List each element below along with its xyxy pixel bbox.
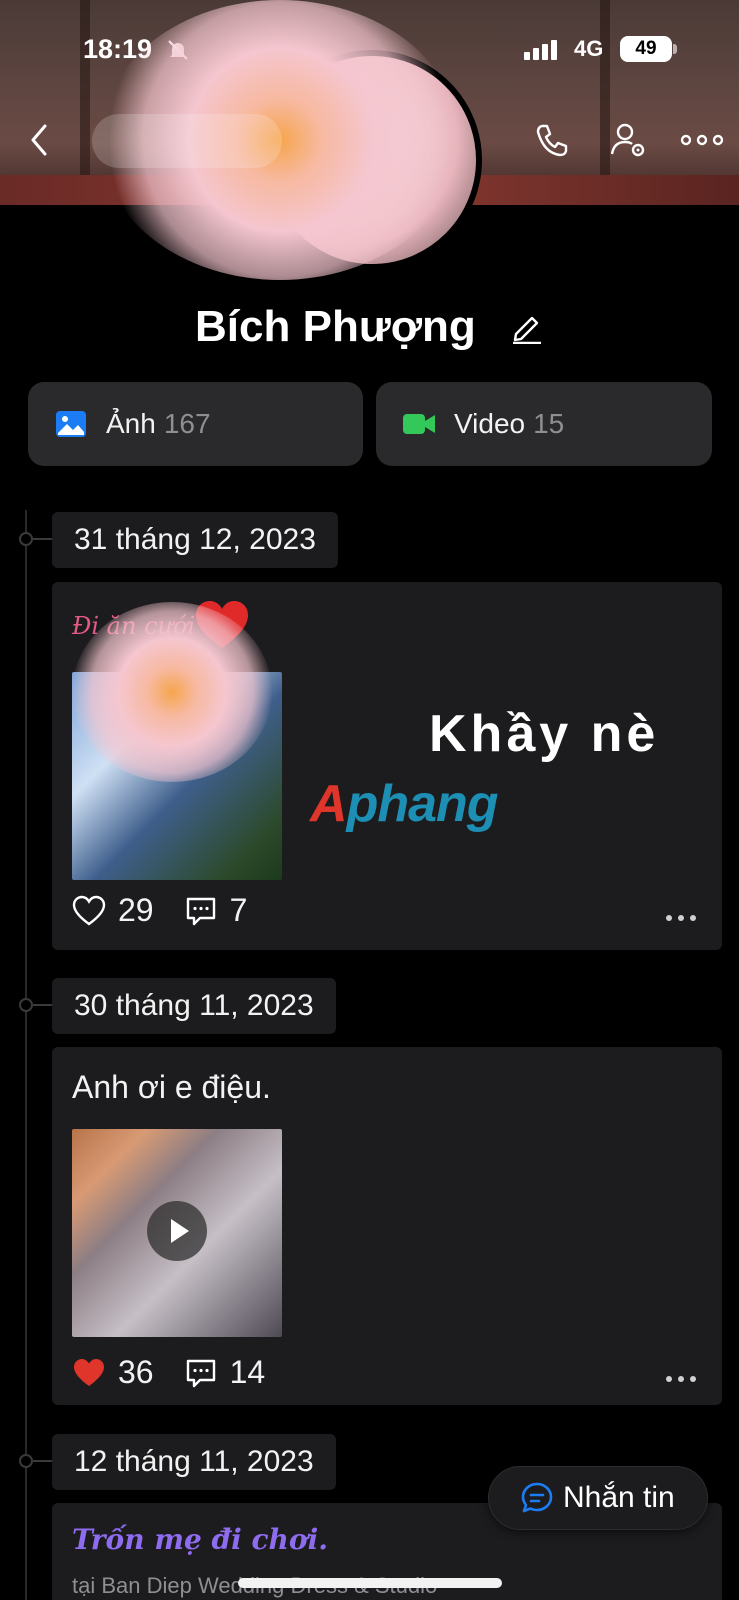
photos-button[interactable]: Ảnh 167	[28, 382, 363, 466]
battery-nub	[673, 44, 677, 54]
photo-icon	[56, 411, 86, 437]
signal-icon	[524, 40, 557, 60]
more-options-icon[interactable]	[680, 128, 724, 152]
like-count: 29	[118, 892, 154, 928]
timeline-tick	[33, 1460, 53, 1462]
post-text: Anh ơi e điệu.	[72, 1069, 271, 1105]
user-settings-icon[interactable]	[608, 120, 648, 160]
videos-label: Video	[454, 408, 526, 439]
post-card[interactable]: Anh ơi e điệu. 36 14	[52, 1047, 722, 1405]
post-more-icon[interactable]	[664, 913, 698, 923]
videos-button[interactable]: Video 15	[376, 382, 712, 466]
profile-name: Bích Phượng	[0, 300, 739, 352]
timeline-dot	[19, 1454, 33, 1468]
post-video-thumbnail[interactable]	[72, 1129, 282, 1337]
video-icon	[403, 414, 435, 434]
timeline-tick	[33, 1004, 53, 1006]
post-caption: Trốn mẹ đi chơi.	[72, 1523, 328, 1556]
privacy-blur	[72, 602, 272, 782]
like-heart-icon[interactable]	[72, 894, 106, 928]
battery-indicator: 49	[620, 36, 672, 62]
photos-count: 167	[163, 408, 211, 439]
phone-icon[interactable]	[532, 120, 572, 160]
play-button[interactable]	[147, 1201, 207, 1261]
timeline-tick	[33, 538, 53, 540]
date-chip: 31 tháng 12, 2023	[52, 512, 338, 568]
post-stats: 36 14	[72, 1354, 265, 1391]
comment-icon[interactable]	[184, 894, 218, 928]
profile-name-text: Bích Phượng	[195, 302, 476, 352]
date-chip: 30 tháng 11, 2023	[52, 978, 336, 1034]
post-stats: 29 7	[72, 892, 247, 929]
edit-pencil-icon[interactable]	[510, 310, 544, 345]
like-count: 36	[118, 1354, 154, 1390]
top-navigation	[0, 112, 739, 168]
timeline-line	[25, 510, 27, 1600]
home-indicator[interactable]	[238, 1578, 502, 1588]
videos-count: 15	[533, 408, 565, 439]
timeline-dot	[19, 532, 33, 546]
timeline-dot	[19, 998, 33, 1012]
comment-icon[interactable]	[184, 1356, 218, 1390]
play-icon	[171, 1219, 189, 1243]
like-heart-filled-icon[interactable]	[72, 1356, 106, 1390]
message-button[interactable]: Nhắn tin	[488, 1466, 708, 1530]
blurred-pill	[92, 114, 282, 168]
back-arrow-icon[interactable]	[25, 120, 55, 160]
watermark-logo: Aphang	[310, 775, 499, 833]
post-card[interactable]: Đi ăn cưới Khầy nè Aphang 29 7	[52, 582, 722, 950]
comment-count: 14	[229, 1354, 266, 1390]
overlay-caption: Khầy nè	[429, 705, 660, 763]
network-label: 4G	[574, 36, 604, 61]
comment-count: 7	[229, 892, 248, 928]
chat-bubble-icon	[521, 1482, 553, 1513]
message-button-label: Nhắn tin	[563, 1481, 675, 1514]
date-chip: 12 tháng 11, 2023	[52, 1434, 336, 1490]
post-more-icon[interactable]	[664, 1374, 698, 1384]
photos-label: Ảnh	[106, 408, 156, 439]
